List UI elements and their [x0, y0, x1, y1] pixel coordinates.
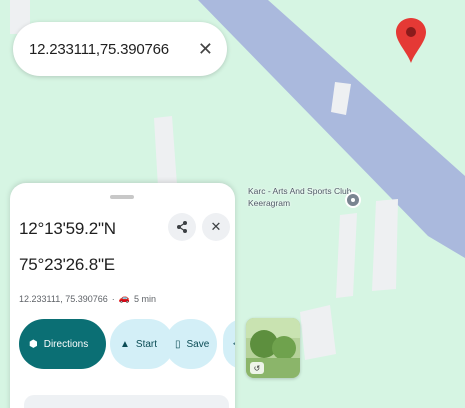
street-view-thumbnail[interactable]: ↺ [246, 318, 300, 378]
meta-coordinates: 12.233111, 75.390766 [19, 293, 108, 304]
share-button[interactable] [168, 213, 196, 241]
travel-time: 5 min [133, 293, 156, 304]
directions-label: Directions [43, 338, 89, 350]
directions-icon: ⬢ [29, 338, 38, 350]
car-icon: 🚗 [118, 293, 130, 303]
share-icon: < [233, 339, 235, 350]
separator: · [111, 293, 115, 304]
location-pin-icon[interactable] [345, 192, 361, 208]
search-input[interactable]: 12.233111,75.390766 [29, 41, 198, 58]
bottom-sheet[interactable]: 12°13'59.2"N 75°23'26.8"E ✕ 12.233111, 7… [10, 183, 235, 408]
map-view[interactable]: 12.233111,75.390766 ✕ Karc - Arts And Sp… [0, 0, 465, 408]
bookmark-icon: ▯ [175, 338, 181, 350]
latitude-text: 12°13'59.2"N [19, 219, 116, 238]
save-label: Save [186, 338, 210, 350]
share-chip-button[interactable]: < [223, 319, 235, 369]
poi-label[interactable]: Karc - Arts And Sports Club Keeragram [248, 185, 358, 209]
nearby-card[interactable] [24, 395, 229, 408]
street-view-icon: ↺ [250, 362, 264, 374]
share-icon [177, 221, 187, 233]
building [300, 305, 336, 360]
start-label: Start [135, 338, 158, 350]
navigation-arrow-icon: ▲ [120, 338, 130, 350]
close-icon: ✕ [210, 219, 222, 234]
search-bar[interactable]: 12.233111,75.390766 ✕ [13, 22, 227, 76]
close-icon[interactable]: ✕ [198, 39, 213, 60]
close-button[interactable]: ✕ [202, 213, 230, 241]
drag-handle[interactable] [110, 195, 134, 199]
save-button[interactable]: ▯ Save [165, 319, 217, 369]
building [372, 199, 398, 291]
meta-row: 12.233111, 75.390766 · 🚗 5 min [19, 293, 156, 304]
longitude-text: 75°23'26.8"E [19, 255, 115, 274]
directions-button[interactable]: ⬢ Directions [19, 319, 106, 369]
